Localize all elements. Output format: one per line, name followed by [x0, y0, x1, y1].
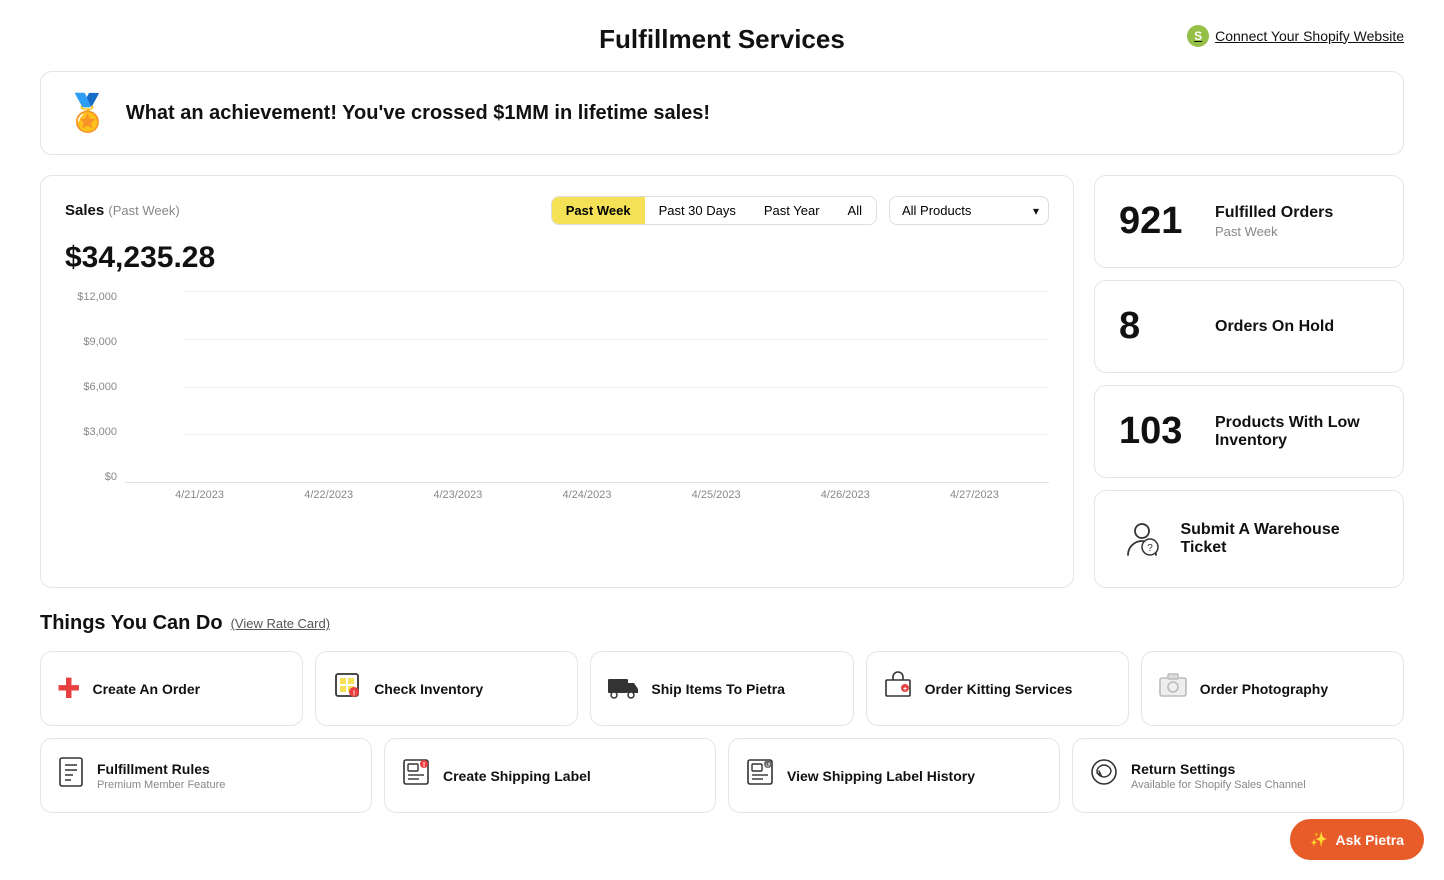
- warehouse-ticket-label: Submit A Warehouse Ticket: [1180, 521, 1379, 557]
- orders-on-hold-card: 8 Orders On Hold: [1094, 280, 1404, 373]
- return-settings-icon: [1089, 757, 1119, 794]
- create-shipping-label-icon: !: [401, 757, 431, 794]
- ask-pietra-label: Ask Pietra: [1336, 832, 1404, 848]
- check-inventory-label: Check Inventory: [374, 681, 483, 697]
- orders-on-hold-number: 8: [1119, 305, 1199, 348]
- create-order-icon: ✚: [57, 672, 80, 705]
- achievement-banner: 🏅 What an achievement! You've crossed $1…: [40, 71, 1404, 155]
- fulfilled-orders-label: Fulfilled Orders: [1215, 204, 1333, 222]
- grid-line: [185, 387, 1049, 388]
- main-content: 🏅 What an achievement! You've crossed $1…: [0, 71, 1444, 853]
- create-order-label: Create An Order: [92, 681, 200, 697]
- action-return-settings[interactable]: Return Settings Available for Shopify Sa…: [1072, 738, 1404, 813]
- low-inventory-label: Products With Low Inventory: [1215, 414, 1379, 450]
- fulfillment-rules-label: Fulfillment Rules: [97, 761, 225, 777]
- shopify-icon: S: [1187, 25, 1209, 47]
- order-kitting-label: Order Kitting Services: [925, 681, 1073, 697]
- page-title: Fulfillment Services: [599, 24, 845, 55]
- x-label: 4/24/2023: [522, 483, 651, 511]
- x-label: 4/22/2023: [264, 483, 393, 511]
- fulfilled-orders-card: 921 Fulfilled Orders Past Week: [1094, 175, 1404, 268]
- tab-past-year[interactable]: Past Year: [750, 197, 834, 224]
- svg-text:!: !: [423, 762, 425, 769]
- action-ship-items[interactable]: Ship Items To Pietra: [590, 651, 853, 726]
- low-inventory-number: 103: [1119, 410, 1199, 453]
- achievement-text: What an achievement! You've crossed $1MM…: [126, 102, 710, 125]
- order-photography-icon: [1158, 672, 1188, 705]
- action-grid-row1: ✚ Create An Order ! Check Inventory: [40, 651, 1404, 726]
- bar-chart: $12,000 $9,000 $6,000 $3,000 $0: [65, 291, 1049, 511]
- warehouse-ticket-icon: ?: [1119, 515, 1164, 563]
- fulfillment-rules-sublabel: Premium Member Feature: [97, 779, 225, 791]
- rate-card-link[interactable]: (View Rate Card): [231, 616, 330, 631]
- action-check-inventory[interactable]: ! Check Inventory: [315, 651, 578, 726]
- ship-items-icon: [607, 671, 639, 706]
- chart-controls: Past Week Past 30 Days Past Year All All…: [551, 196, 1049, 225]
- tab-past-week[interactable]: Past Week: [552, 197, 645, 224]
- warehouse-ticket-card[interactable]: ? Submit A Warehouse Ticket: [1094, 490, 1404, 588]
- fulfillment-rules-icon: [57, 757, 85, 794]
- action-grid-row2: Fulfillment Rules Premium Member Feature…: [40, 738, 1404, 813]
- time-tabs: Past Week Past 30 Days Past Year All: [551, 196, 877, 225]
- action-create-order[interactable]: ✚ Create An Order: [40, 651, 303, 726]
- page-header: Fulfillment Services S Connect Your Shop…: [0, 0, 1444, 71]
- svg-text:!: !: [353, 691, 355, 698]
- x-label: 4/21/2023: [135, 483, 264, 511]
- action-fulfillment-rules[interactable]: Fulfillment Rules Premium Member Feature: [40, 738, 372, 813]
- tab-past-30-days[interactable]: Past 30 Days: [645, 197, 750, 224]
- action-order-kitting[interactable]: + Order Kitting Services: [866, 651, 1129, 726]
- order-photography-label: Order Photography: [1200, 681, 1328, 697]
- x-label: 4/25/2023: [652, 483, 781, 511]
- return-settings-label: Return Settings: [1131, 761, 1306, 777]
- x-axis-labels: 4/21/20234/22/20234/23/20234/24/20234/25…: [125, 483, 1049, 511]
- x-label: 4/26/2023: [781, 483, 910, 511]
- tab-all[interactable]: All: [834, 197, 876, 224]
- x-label: 4/27/2023: [910, 483, 1039, 511]
- achievement-icon: 🏅: [65, 92, 110, 134]
- chart-title: Sales (Past Week): [65, 202, 180, 219]
- ask-pietra-icon: ✨: [1310, 831, 1327, 848]
- order-kitting-icon: +: [883, 670, 913, 707]
- bar-chart-area: [125, 291, 1049, 483]
- ship-items-label: Ship Items To Pietra: [651, 681, 785, 697]
- section-header: Things You Can Do (View Rate Card): [40, 612, 1404, 635]
- return-settings-sublabel: Available for Shopify Sales Channel: [1131, 779, 1306, 791]
- low-inventory-card[interactable]: 103 Products With Low Inventory: [1094, 385, 1404, 478]
- product-select[interactable]: All Products: [889, 196, 1049, 225]
- chart-title-row: Sales (Past Week) Past Week Past 30 Days…: [65, 196, 1049, 225]
- fulfilled-orders-sublabel: Past Week: [1215, 224, 1333, 239]
- grid-line: [185, 339, 1049, 340]
- stats-col: 921 Fulfilled Orders Past Week 8 Orders …: [1094, 175, 1404, 588]
- svg-text:↺: ↺: [765, 762, 770, 769]
- chart-amount: $34,235.28: [65, 241, 1049, 275]
- ask-pietra-button[interactable]: ✨ Ask Pietra: [1290, 819, 1424, 860]
- product-select-wrapper: All Products: [889, 196, 1049, 225]
- grid-line: [185, 291, 1049, 292]
- check-inventory-icon: !: [332, 670, 362, 707]
- section-title: Things You Can Do: [40, 612, 223, 635]
- y-axis-labels: $12,000 $9,000 $6,000 $3,000 $0: [65, 291, 125, 483]
- chart-title-group: Sales (Past Week): [65, 202, 180, 220]
- svg-text:+: +: [903, 686, 907, 693]
- action-view-shipping-history[interactable]: ↺ View Shipping Label History: [728, 738, 1060, 813]
- shopify-link[interactable]: S Connect Your Shopify Website: [1187, 25, 1404, 47]
- x-label: 4/23/2023: [393, 483, 522, 511]
- svg-text:?: ?: [1147, 543, 1153, 554]
- two-col-layout: Sales (Past Week) Past Week Past 30 Days…: [40, 175, 1404, 588]
- fulfilled-orders-number: 921: [1119, 200, 1199, 243]
- grid-line: [185, 434, 1049, 435]
- action-create-shipping-label[interactable]: ! Create Shipping Label: [384, 738, 716, 813]
- action-order-photography[interactable]: Order Photography: [1141, 651, 1404, 726]
- orders-on-hold-label: Orders On Hold: [1215, 318, 1334, 336]
- view-shipping-history-icon: ↺: [745, 757, 775, 794]
- chart-card: Sales (Past Week) Past Week Past 30 Days…: [40, 175, 1074, 588]
- create-shipping-label-label: Create Shipping Label: [443, 768, 591, 784]
- view-shipping-history-label: View Shipping Label History: [787, 768, 975, 784]
- chart-col: Sales (Past Week) Past Week Past 30 Days…: [40, 175, 1074, 588]
